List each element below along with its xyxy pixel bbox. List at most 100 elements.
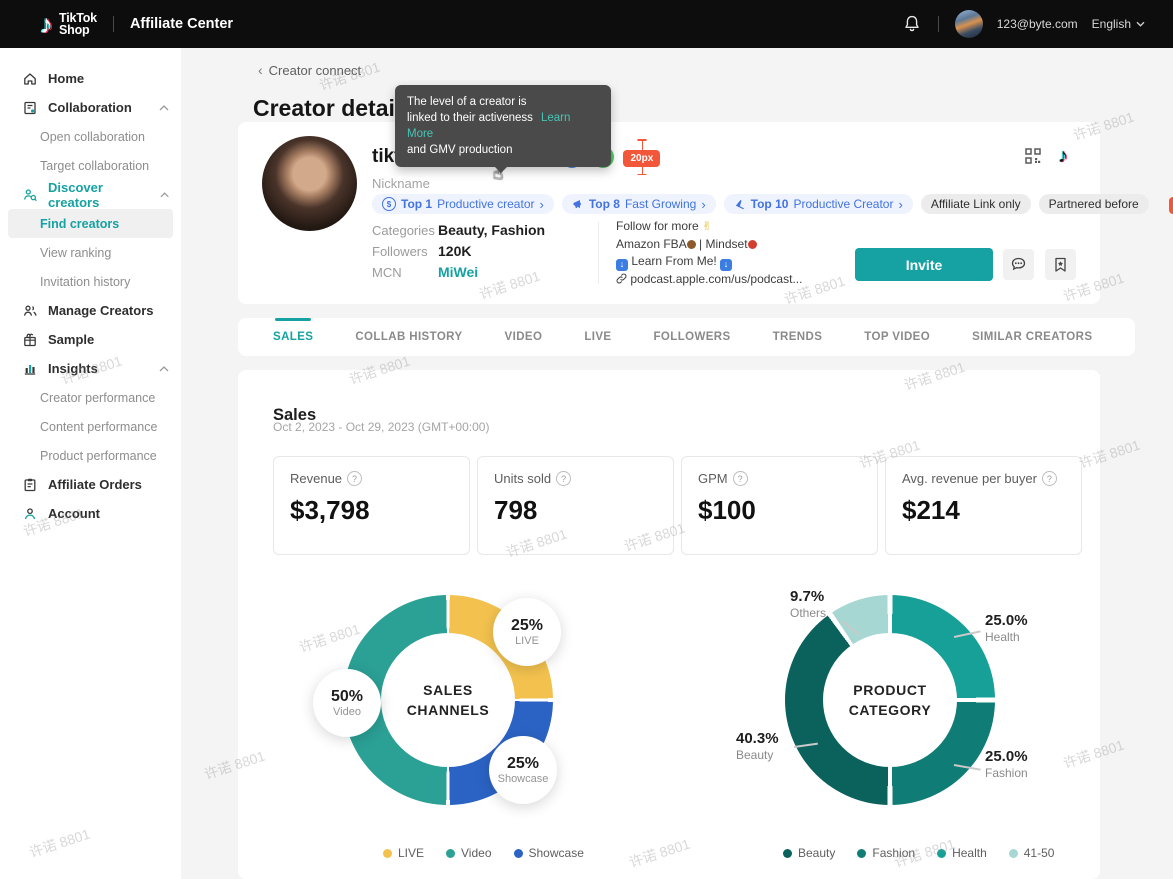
spec-badge-label: 20px [623,150,660,167]
tag-affiliate-link-only: Affiliate Link only [921,194,1031,214]
chevron-right-icon: › [701,198,705,211]
megaphone-icon [572,198,584,210]
breadcrumb-creator-connect[interactable]: ‹Creator connect [258,62,361,78]
stat-label: Units sold [494,471,551,486]
sidebar-item-open-collaboration[interactable]: Open collaboration [0,122,181,151]
sidebar-item-account[interactable]: Account [0,499,181,528]
sidebar-item-affiliate-orders[interactable]: Affiliate Orders [0,470,181,499]
product-category-legend: Beauty Fashion Health 41-50 [783,846,1054,860]
app-title: Affiliate Center [130,16,233,32]
language-selector[interactable]: English [1092,17,1145,31]
spec-badge-24px: 24px [1169,195,1173,213]
top-bar: ♪ TikTok Shop Affiliate Center 123@byte.… [0,0,1173,48]
mcn-value-link[interactable]: MiWei [438,264,478,280]
legend-health[interactable]: Health [937,846,987,860]
stat-card-revenue: Revenue? $3,798 [273,456,470,555]
qr-code-icon[interactable] [1024,147,1042,165]
spec-badge-label: 24px [1169,197,1173,214]
badge-strong: Top 1 [401,197,432,211]
legend-41-50[interactable]: 41-50 [1009,846,1055,860]
sidebar-item-manage-creators[interactable]: Manage Creators [0,296,181,325]
back-arrow-icon: ‹ [258,62,263,78]
badge-top1-productive-creator[interactable]: $ Top 1 Productive creator › [372,194,554,214]
creator-nickname: Nickname [372,176,430,191]
legend-fashion[interactable]: Fashion [857,846,915,860]
badge-top10-productive-creator[interactable]: Top 10 Productive Creator › [724,194,913,214]
badge-top8-fast-growing[interactable]: Top 8 Fast Growing › [562,194,716,214]
page-title: Creator detail [253,95,401,122]
help-icon[interactable]: ? [347,471,362,486]
measure-cap-top [637,139,646,141]
sidebar-item-view-ranking[interactable]: View ranking [0,238,181,267]
tiktok-profile-icon[interactable]: ♪ [1058,146,1068,166]
chevron-right-icon: › [540,198,544,211]
stat-card-units-sold: Units sold? 798 [477,456,674,555]
sidebar-item-discover-creators[interactable]: Discover creators [0,180,181,209]
help-icon[interactable]: ? [1042,471,1057,486]
discover-creators-icon [22,187,38,203]
detail-tabs: SALES COLLAB HISTORY VIDEO LIVE FOLLOWER… [238,318,1135,356]
invite-button[interactable]: Invite [855,248,993,281]
help-icon[interactable]: ? [556,471,571,486]
tooltip-line3: and GMV production [407,144,512,156]
sidebar-item-target-collaboration[interactable]: Target collaboration [0,151,181,180]
language-label: English [1092,17,1131,31]
notification-bell-icon[interactable] [902,14,922,34]
tab-collab-history[interactable]: COLLAB HISTORY [355,318,462,356]
chevron-up-icon [159,366,169,372]
tiktok-shop-logo[interactable]: TikTok Shop [59,12,97,37]
stat-card-avg-revenue: Avg. revenue per buyer? $214 [885,456,1082,555]
sidebar-item-insights[interactable]: Insights [0,354,181,383]
legend-live[interactable]: LIVE [383,846,424,860]
spec-badge-20px: 20px [623,148,660,166]
tab-followers[interactable]: FOLLOWERS [654,318,731,356]
account-icon [22,506,38,522]
sidebar-item-find-creators[interactable]: Find creators [8,209,173,238]
legend-video[interactable]: Video [446,846,491,860]
product-category-center-label: PRODUCT CATEGORY [823,633,957,767]
sidebar-item-home[interactable]: Home [0,64,181,93]
sidebar-item-label: Discover creators [48,180,150,210]
categories-label: Categories [372,223,435,238]
bio-line-2: Amazon FBA | Mindset [616,236,802,254]
tab-live[interactable]: LIVE [584,318,611,356]
down-arrow-emoji: ↓ [720,259,732,271]
stat-label: Avg. revenue per buyer [902,471,1037,486]
help-icon[interactable]: ? [733,471,748,486]
sales-channels-legend: LIVE Video Showcase [383,846,584,860]
podcast-link[interactable]: podcast.apple.com/us/podcast... [630,272,802,286]
user-avatar[interactable] [955,10,983,38]
product-category-donut-chart[interactable]: PRODUCT CATEGORY [785,595,995,805]
sidebar-item-collaboration[interactable]: Collaboration [0,93,181,122]
down-arrow-emoji: ↓ [616,259,628,271]
user-email[interactable]: 123@byte.com [997,17,1078,31]
sales-panel: Sales Oct 2, 2023 - Oct 29, 2023 (GMT+00… [238,370,1100,879]
sidebar-item-label: Insights [48,361,98,376]
legend-showcase[interactable]: Showcase [514,846,584,860]
bio-line-4[interactable]: podcast.apple.com/us/podcast... [616,271,802,289]
callout-health: 25.0%Health [985,612,1028,644]
sidebar-item-sample[interactable]: Sample [0,325,181,354]
chat-button[interactable] [1003,249,1034,280]
sidebar-item-product-performance[interactable]: Product performance [0,441,181,470]
boba-emoji [687,240,696,249]
sidebar-item-invitation-history[interactable]: Invitation history [0,267,181,296]
sidebar-item-creator-performance[interactable]: Creator performance [0,383,181,412]
tab-similar-creators[interactable]: SIMILAR CREATORS [972,318,1092,356]
legend-beauty[interactable]: Beauty [783,846,835,860]
creator-avatar [262,136,357,231]
tab-sales[interactable]: SALES [273,318,313,356]
badge-rest: Productive creator [437,197,534,211]
tab-video[interactable]: VIDEO [505,318,543,356]
sidebar: Home Collaboration Open collaboration Ta… [0,48,181,879]
bookmark-icon [1053,257,1068,273]
categories-value: Beauty, Fashion [438,222,545,238]
sidebar-item-content-performance[interactable]: Content performance [0,412,181,441]
tab-trends[interactable]: TRENDS [773,318,823,356]
tab-top-video[interactable]: TOP VIDEO [864,318,930,356]
tooltip-line1: The level of a creator is [407,96,527,108]
sales-channels-center-label: SALES CHANNELS [381,633,515,767]
bookmark-button[interactable] [1045,249,1076,280]
sample-gift-icon [22,332,38,348]
callout-video: 50%Video [313,669,381,737]
